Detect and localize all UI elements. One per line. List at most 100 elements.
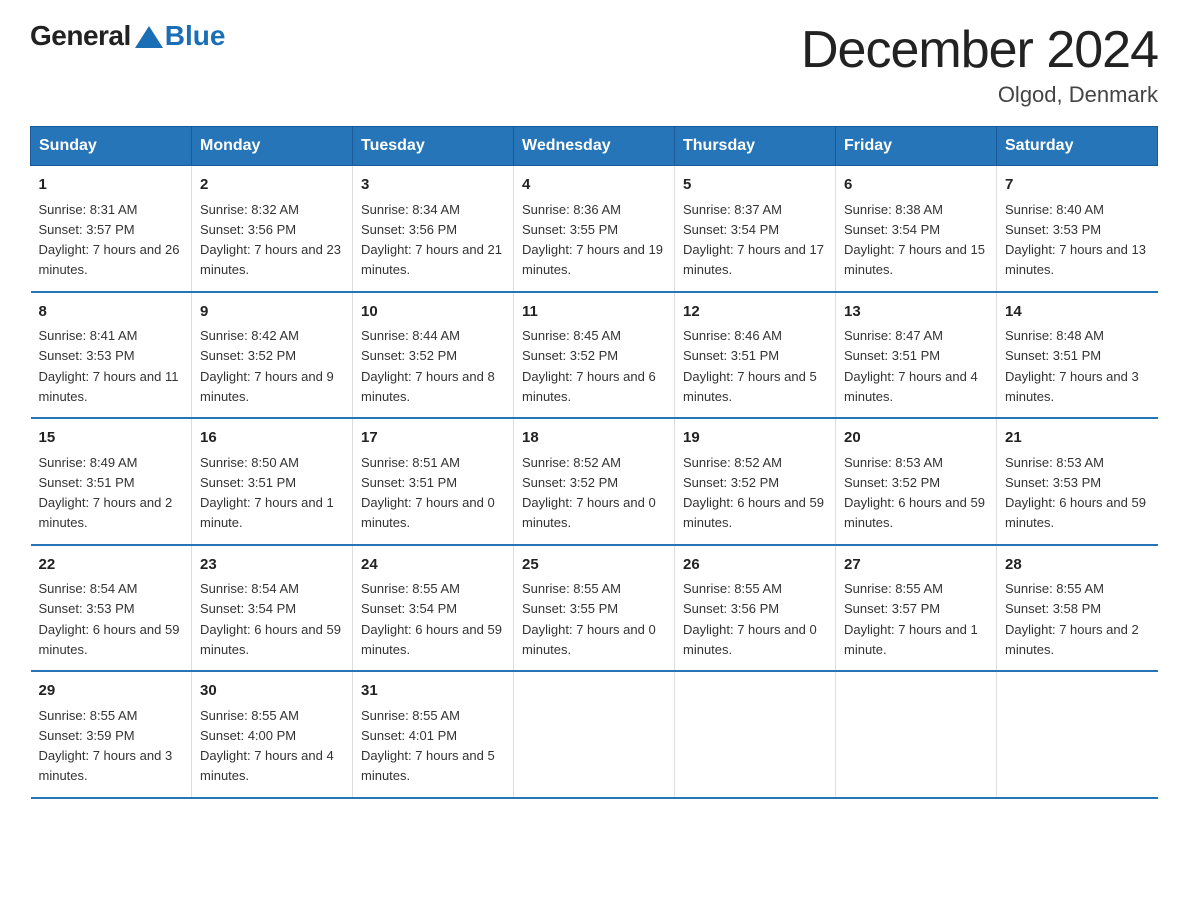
day-info: Sunrise: 8:54 AMSunset: 3:54 PMDaylight:…: [200, 581, 341, 657]
weekday-header-row: SundayMondayTuesdayWednesdayThursdayFrid…: [31, 127, 1158, 166]
weekday-header-wednesday: Wednesday: [514, 127, 675, 166]
calendar-cell: [836, 671, 997, 798]
day-info: Sunrise: 8:37 AMSunset: 3:54 PMDaylight:…: [683, 202, 824, 278]
day-info: Sunrise: 8:53 AMSunset: 3:52 PMDaylight:…: [844, 455, 985, 531]
calendar-cell: 30 Sunrise: 8:55 AMSunset: 4:00 PMDayligh…: [192, 671, 353, 798]
title-block: December 2024 Olgod, Denmark: [801, 20, 1158, 108]
calendar-cell: 24 Sunrise: 8:55 AMSunset: 3:54 PMDayligh…: [353, 545, 514, 672]
day-number: 16: [200, 427, 344, 450]
day-info: Sunrise: 8:31 AMSunset: 3:57 PMDaylight:…: [39, 202, 180, 278]
day-info: Sunrise: 8:52 AMSunset: 3:52 PMDaylight:…: [522, 455, 656, 531]
calendar-cell: 17Sunrise: 8:51 AMSunset: 3:51 PMDayligh…: [353, 418, 514, 545]
calendar-cell: 18 Sunrise: 8:52 AMSunset: 3:52 PMDayligh…: [514, 418, 675, 545]
calendar-cell: 7 Sunrise: 8:40 AMSunset: 3:53 PMDaylight…: [997, 166, 1158, 292]
calendar-cell: 25 Sunrise: 8:55 AMSunset: 3:55 PMDayligh…: [514, 545, 675, 672]
calendar-cell: 22 Sunrise: 8:54 AMSunset: 3:53 PMDayligh…: [31, 545, 192, 672]
calendar-cell: [997, 671, 1158, 798]
calendar-cell: 16 Sunrise: 8:50 AMSunset: 3:51 PMDayligh…: [192, 418, 353, 545]
day-info: Sunrise: 8:32 AMSunset: 3:56 PMDaylight:…: [200, 202, 341, 278]
day-number: 27: [844, 554, 988, 577]
day-info: Sunrise: 8:51 AMSunset: 3:51 PMDaylight:…: [361, 455, 495, 531]
page-header: General Blue December 2024 Olgod, Denmar…: [30, 20, 1158, 108]
day-info: Sunrise: 8:34 AMSunset: 3:56 PMDaylight:…: [361, 202, 502, 278]
day-number: 24: [361, 554, 505, 577]
day-number: 30: [200, 680, 344, 703]
day-number: 1: [39, 174, 184, 197]
day-number: 29: [39, 680, 184, 703]
calendar-cell: 19 Sunrise: 8:52 AMSunset: 3:52 PMDayligh…: [675, 418, 836, 545]
calendar-week-row: 15 Sunrise: 8:49 AMSunset: 3:51 PMDayligh…: [31, 418, 1158, 545]
day-info: Sunrise: 8:55 AMSunset: 4:01 PMDaylight:…: [361, 708, 495, 784]
day-info: Sunrise: 8:55 AMSunset: 3:56 PMDaylight:…: [683, 581, 817, 657]
calendar-cell: [514, 671, 675, 798]
calendar-cell: 10 Sunrise: 8:44 AMSunset: 3:52 PMDayligh…: [353, 292, 514, 419]
day-info: Sunrise: 8:53 AMSunset: 3:53 PMDaylight:…: [1005, 455, 1146, 531]
day-number: 9: [200, 301, 344, 324]
calendar-cell: 21Sunrise: 8:53 AMSunset: 3:53 PMDayligh…: [997, 418, 1158, 545]
day-info: Sunrise: 8:49 AMSunset: 3:51 PMDaylight:…: [39, 455, 173, 531]
day-number: 13: [844, 301, 988, 324]
calendar-cell: 5 Sunrise: 8:37 AMSunset: 3:54 PMDaylight…: [675, 166, 836, 292]
calendar-cell: 1 Sunrise: 8:31 AMSunset: 3:57 PMDaylight…: [31, 166, 192, 292]
calendar-cell: 13Sunrise: 8:47 AMSunset: 3:51 PMDayligh…: [836, 292, 997, 419]
calendar-cell: 2Sunrise: 8:32 AMSunset: 3:56 PMDaylight…: [192, 166, 353, 292]
day-number: 4: [522, 174, 666, 197]
calendar-title: December 2024: [801, 20, 1158, 80]
day-info: Sunrise: 8:55 AMSunset: 3:58 PMDaylight:…: [1005, 581, 1139, 657]
day-info: Sunrise: 8:55 AMSunset: 3:55 PMDaylight:…: [522, 581, 656, 657]
day-number: 7: [1005, 174, 1150, 197]
calendar-cell: 4 Sunrise: 8:36 AMSunset: 3:55 PMDaylight…: [514, 166, 675, 292]
day-info: Sunrise: 8:55 AMSunset: 3:59 PMDaylight:…: [39, 708, 173, 784]
day-number: 15: [39, 427, 184, 450]
calendar-cell: 9Sunrise: 8:42 AMSunset: 3:52 PMDaylight…: [192, 292, 353, 419]
weekday-header-sunday: Sunday: [31, 127, 192, 166]
calendar-cell: 26Sunrise: 8:55 AMSunset: 3:56 PMDayligh…: [675, 545, 836, 672]
day-number: 25: [522, 554, 666, 577]
weekday-header-friday: Friday: [836, 127, 997, 166]
day-number: 31: [361, 680, 505, 703]
day-number: 19: [683, 427, 827, 450]
day-number: 12: [683, 301, 827, 324]
calendar-cell: [675, 671, 836, 798]
calendar-cell: 28 Sunrise: 8:55 AMSunset: 3:58 PMDayligh…: [997, 545, 1158, 672]
logo-general-text: General: [30, 20, 131, 52]
calendar-cell: 14 Sunrise: 8:48 AMSunset: 3:51 PMDayligh…: [997, 292, 1158, 419]
calendar-cell: 15 Sunrise: 8:49 AMSunset: 3:51 PMDayligh…: [31, 418, 192, 545]
day-number: 6: [844, 174, 988, 197]
weekday-header-thursday: Thursday: [675, 127, 836, 166]
day-number: 5: [683, 174, 827, 197]
day-number: 18: [522, 427, 666, 450]
calendar-cell: 12 Sunrise: 8:46 AMSunset: 3:51 PMDayligh…: [675, 292, 836, 419]
day-info: Sunrise: 8:55 AMSunset: 4:00 PMDaylight:…: [200, 708, 334, 784]
day-number: 14: [1005, 301, 1150, 324]
day-info: Sunrise: 8:38 AMSunset: 3:54 PMDaylight:…: [844, 202, 985, 278]
day-number: 28: [1005, 554, 1150, 577]
day-info: Sunrise: 8:46 AMSunset: 3:51 PMDaylight:…: [683, 328, 817, 404]
day-info: Sunrise: 8:50 AMSunset: 3:51 PMDaylight:…: [200, 455, 334, 531]
day-info: Sunrise: 8:48 AMSunset: 3:51 PMDaylight:…: [1005, 328, 1139, 404]
calendar-week-row: 1 Sunrise: 8:31 AMSunset: 3:57 PMDaylight…: [31, 166, 1158, 292]
day-info: Sunrise: 8:55 AMSunset: 3:54 PMDaylight:…: [361, 581, 502, 657]
day-info: Sunrise: 8:45 AMSunset: 3:52 PMDaylight:…: [522, 328, 656, 404]
calendar-cell: 31 Sunrise: 8:55 AMSunset: 4:01 PMDayligh…: [353, 671, 514, 798]
day-info: Sunrise: 8:55 AMSunset: 3:57 PMDaylight:…: [844, 581, 978, 657]
day-number: 20: [844, 427, 988, 450]
day-number: 22: [39, 554, 184, 577]
day-number: 23: [200, 554, 344, 577]
calendar-cell: 6 Sunrise: 8:38 AMSunset: 3:54 PMDaylight…: [836, 166, 997, 292]
day-info: Sunrise: 8:52 AMSunset: 3:52 PMDaylight:…: [683, 455, 824, 531]
day-info: Sunrise: 8:44 AMSunset: 3:52 PMDaylight:…: [361, 328, 495, 404]
day-number: 3: [361, 174, 505, 197]
day-number: 8: [39, 301, 184, 324]
day-info: Sunrise: 8:40 AMSunset: 3:53 PMDaylight:…: [1005, 202, 1146, 278]
logo: General Blue: [30, 20, 225, 52]
calendar-cell: 23 Sunrise: 8:54 AMSunset: 3:54 PMDayligh…: [192, 545, 353, 672]
calendar-table: SundayMondayTuesdayWednesdayThursdayFrid…: [30, 126, 1158, 799]
calendar-cell: 20 Sunrise: 8:53 AMSunset: 3:52 PMDayligh…: [836, 418, 997, 545]
calendar-cell: 29 Sunrise: 8:55 AMSunset: 3:59 PMDayligh…: [31, 671, 192, 798]
day-info: Sunrise: 8:54 AMSunset: 3:53 PMDaylight:…: [39, 581, 180, 657]
day-number: 10: [361, 301, 505, 324]
logo-triangle-icon: [135, 26, 163, 48]
day-info: Sunrise: 8:36 AMSunset: 3:55 PMDaylight:…: [522, 202, 663, 278]
weekday-header-saturday: Saturday: [997, 127, 1158, 166]
